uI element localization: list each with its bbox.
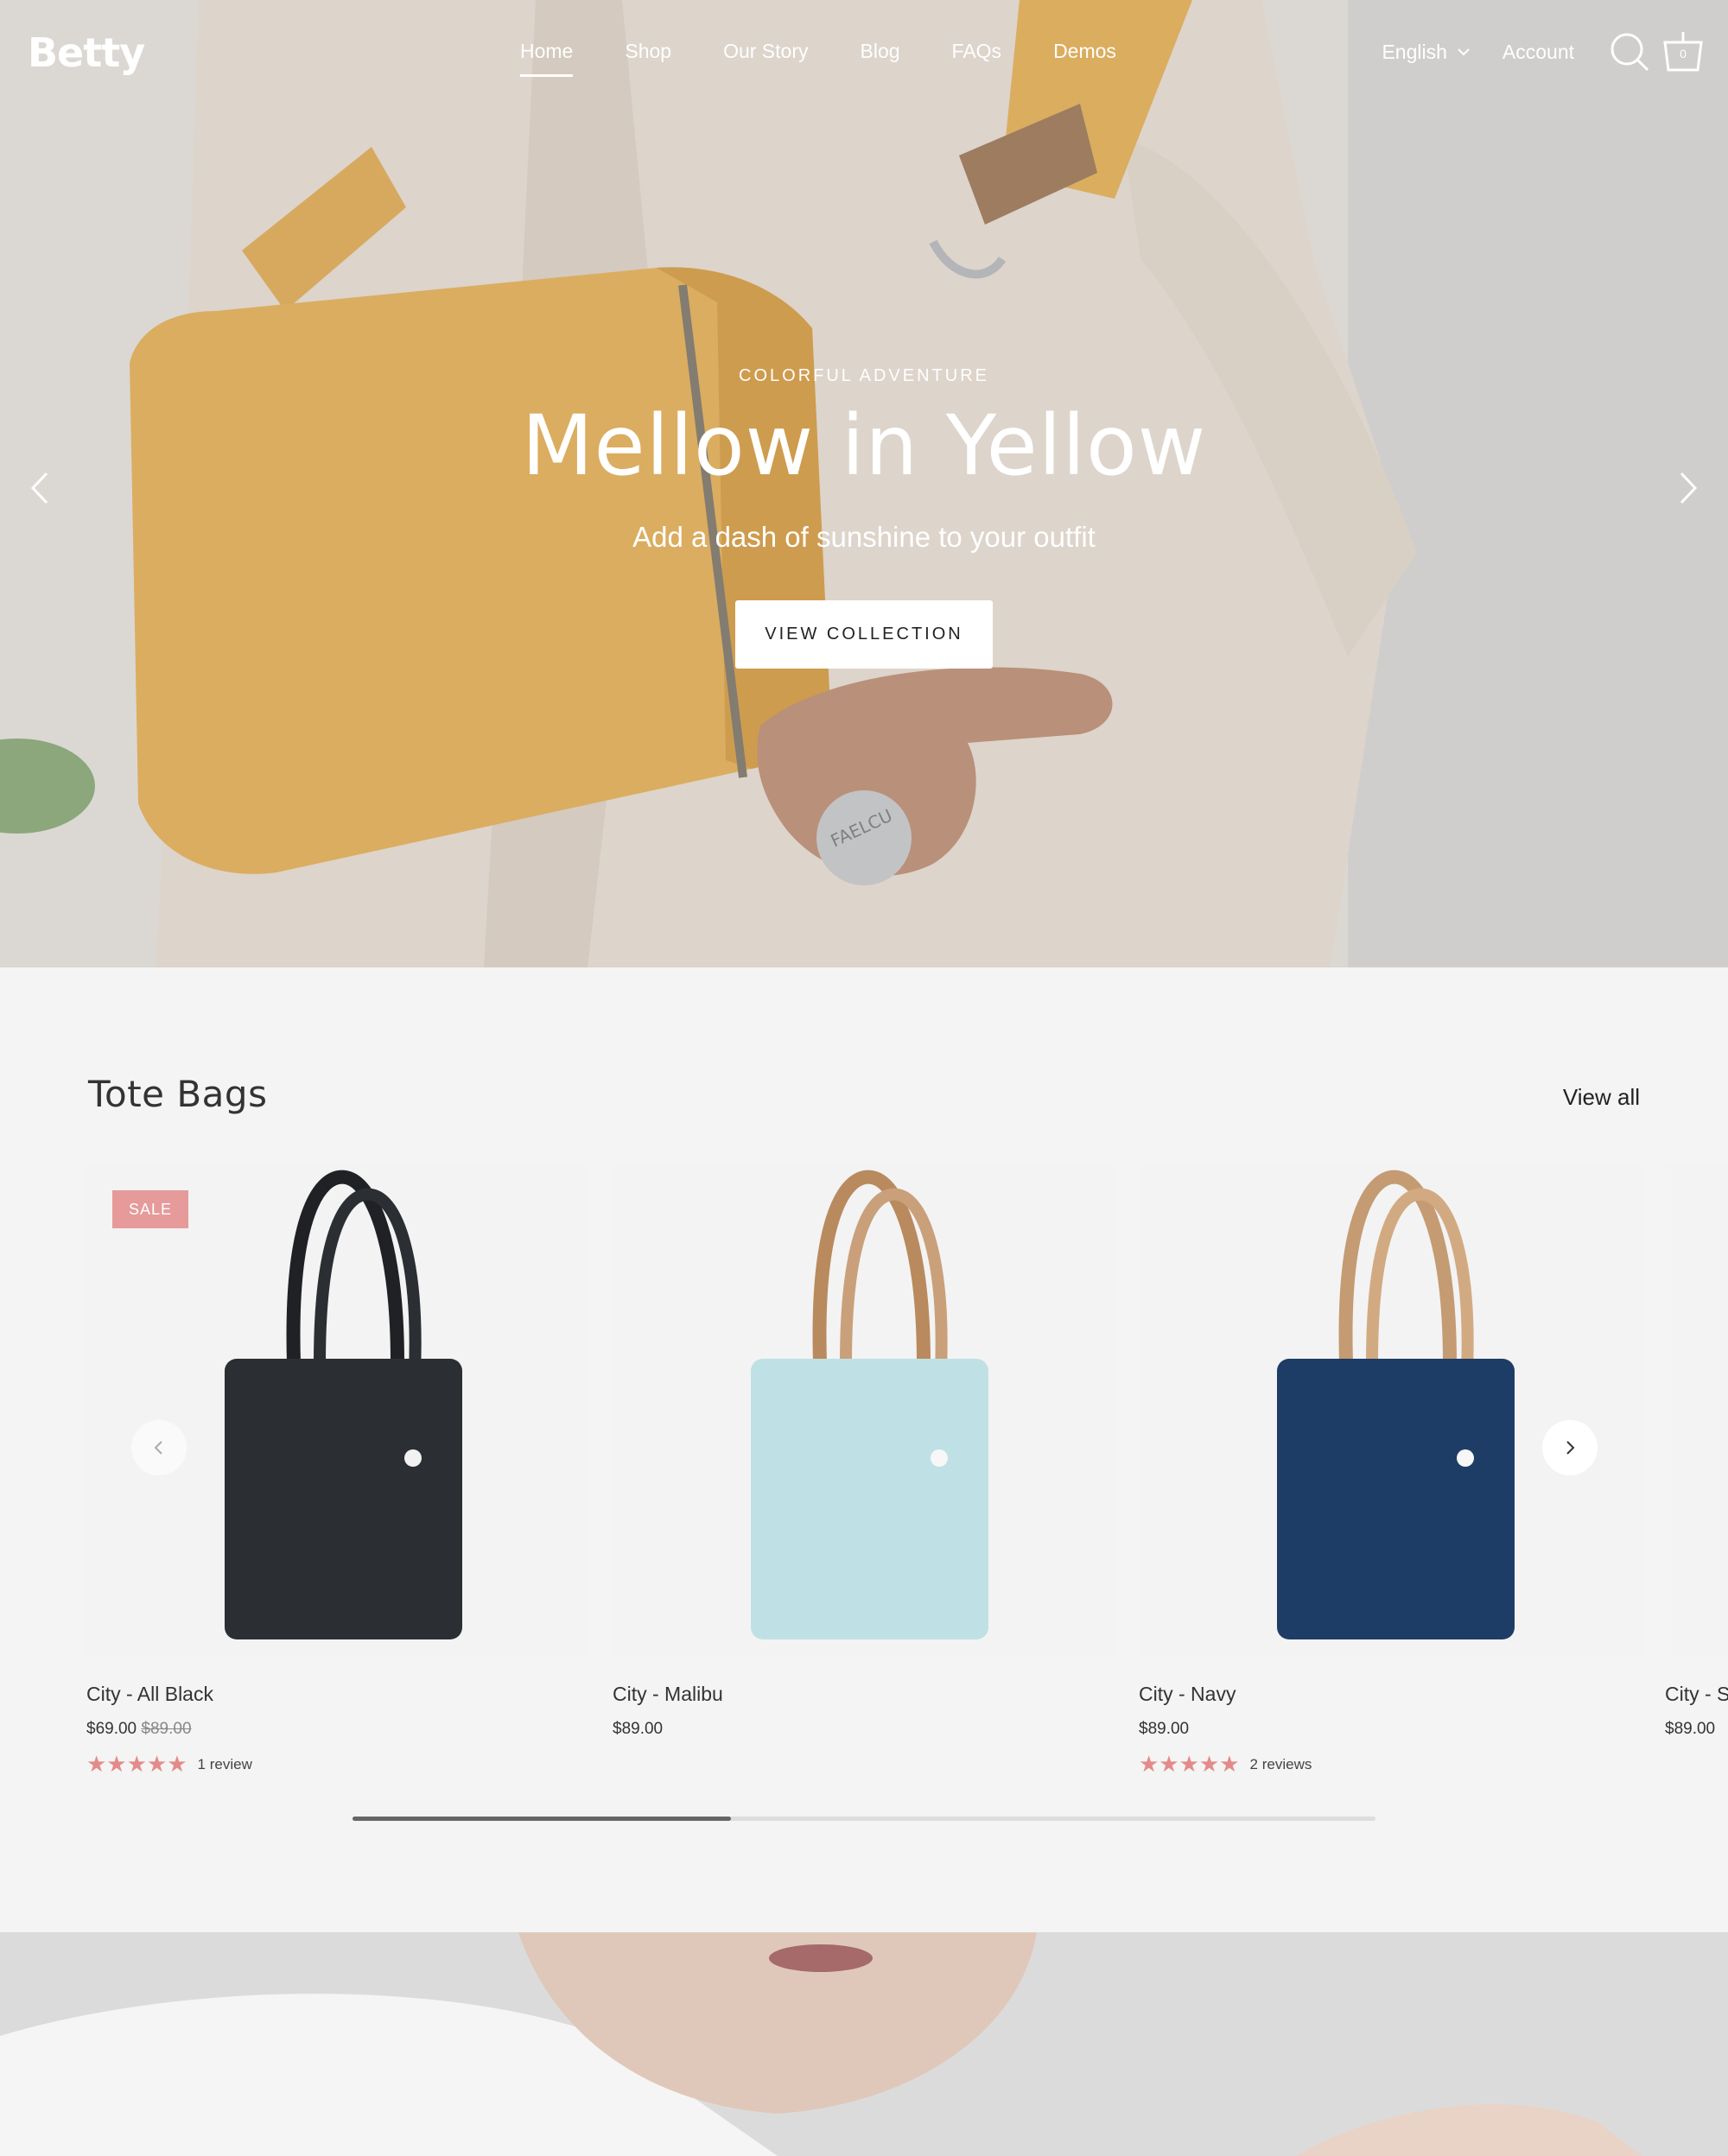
- product-image[interactable]: [1139, 1164, 1642, 1657]
- nav-item-shop[interactable]: Shop: [599, 40, 697, 63]
- product-rating: ★★★★★ 2 reviews: [1139, 1751, 1642, 1778]
- account-link[interactable]: Account: [1502, 41, 1574, 64]
- star-rating-icon: ★★★★★: [86, 1751, 187, 1777]
- product-card[interactable]: City - S $89.00: [1665, 1164, 1728, 1739]
- hero-headline: Mellow in Yellow: [521, 397, 1207, 494]
- carousel-scrollbar[interactable]: [353, 1817, 1375, 1821]
- compare-price: $89.00: [141, 1720, 192, 1738]
- sale-price: $69.00: [86, 1720, 137, 1738]
- product-image[interactable]: SALE: [86, 1164, 589, 1657]
- sale-badge: SALE: [112, 1190, 188, 1228]
- star-rating-icon: ★★★★★: [1139, 1751, 1240, 1777]
- tote-bags-section: Tote Bags View all SALE City - All Black…: [0, 967, 1728, 1932]
- language-selector[interactable]: English: [1382, 40, 1470, 64]
- cart-count: 0: [1680, 47, 1687, 60]
- nav-item-home[interactable]: Home: [494, 40, 599, 77]
- hero-banner: FAELCU Betty Home Shop Our Story Blog FA…: [0, 0, 1728, 967]
- main-nav: Home Shop Our Story Blog FAQs Demos: [494, 40, 1142, 77]
- product-price: $89.00: [613, 1720, 664, 1738]
- section-title: Tote Bags: [88, 1073, 268, 1115]
- product-price: $89.00: [1139, 1720, 1190, 1738]
- product-card[interactable]: City - Malibu $89.00: [613, 1164, 1115, 1739]
- cart-button[interactable]: 0: [1659, 24, 1707, 79]
- product-name[interactable]: City - Navy: [1139, 1683, 1642, 1706]
- chevron-left-icon: [154, 1441, 162, 1455]
- carousel-prev-button[interactable]: [131, 1420, 187, 1475]
- product-image[interactable]: [1665, 1164, 1728, 1657]
- chevron-right-icon: [1566, 1441, 1575, 1455]
- nav-item-demos[interactable]: Demos: [1027, 40, 1142, 63]
- product-price: $89.00: [1665, 1720, 1716, 1738]
- product-name[interactable]: City - S: [1665, 1683, 1728, 1706]
- carousel-next-button[interactable]: [1542, 1420, 1598, 1475]
- hero-subhead: Add a dash of sunshine to your outfit: [632, 521, 1096, 553]
- product-name[interactable]: City - All Black: [86, 1683, 589, 1706]
- header-utilities: English Account 0: [1382, 24, 1707, 79]
- product-price: $69.00 $89.00: [86, 1720, 589, 1739]
- tote-bag-malibu-image: [751, 1170, 988, 1639]
- tote-bag-black-image: [225, 1170, 462, 1639]
- view-all-link[interactable]: View all: [1563, 1084, 1640, 1111]
- nav-item-our-story[interactable]: Our Story: [697, 40, 834, 63]
- nav-item-faqs[interactable]: FAQs: [926, 40, 1028, 63]
- site-logo[interactable]: Betty: [28, 29, 145, 76]
- product-image[interactable]: [613, 1164, 1115, 1657]
- language-label: English: [1382, 40, 1447, 63]
- lifestyle-image: [0, 1932, 1728, 2156]
- nav-item-blog[interactable]: Blog: [835, 40, 926, 63]
- search-button[interactable]: [1605, 24, 1654, 79]
- tote-bag-navy-image: [1277, 1170, 1515, 1639]
- review-count: 1 review: [197, 1755, 252, 1772]
- search-icon: [1610, 33, 1649, 72]
- lifestyle-banner: [0, 1932, 1728, 2156]
- site-header: Betty Home Shop Our Story Blog FAQs Demo…: [0, 0, 1728, 109]
- chevron-down-icon: [1458, 48, 1470, 56]
- carousel-scrollbar-thumb[interactable]: [353, 1817, 731, 1821]
- hero-eyebrow: COLORFUL ADVENTURE: [739, 366, 989, 385]
- review-count: 2 reviews: [1249, 1755, 1312, 1772]
- product-name[interactable]: City - Malibu: [613, 1683, 1115, 1706]
- view-collection-button[interactable]: VIEW COLLECTION: [735, 600, 993, 669]
- product-rating: ★★★★★ 1 review: [86, 1751, 589, 1778]
